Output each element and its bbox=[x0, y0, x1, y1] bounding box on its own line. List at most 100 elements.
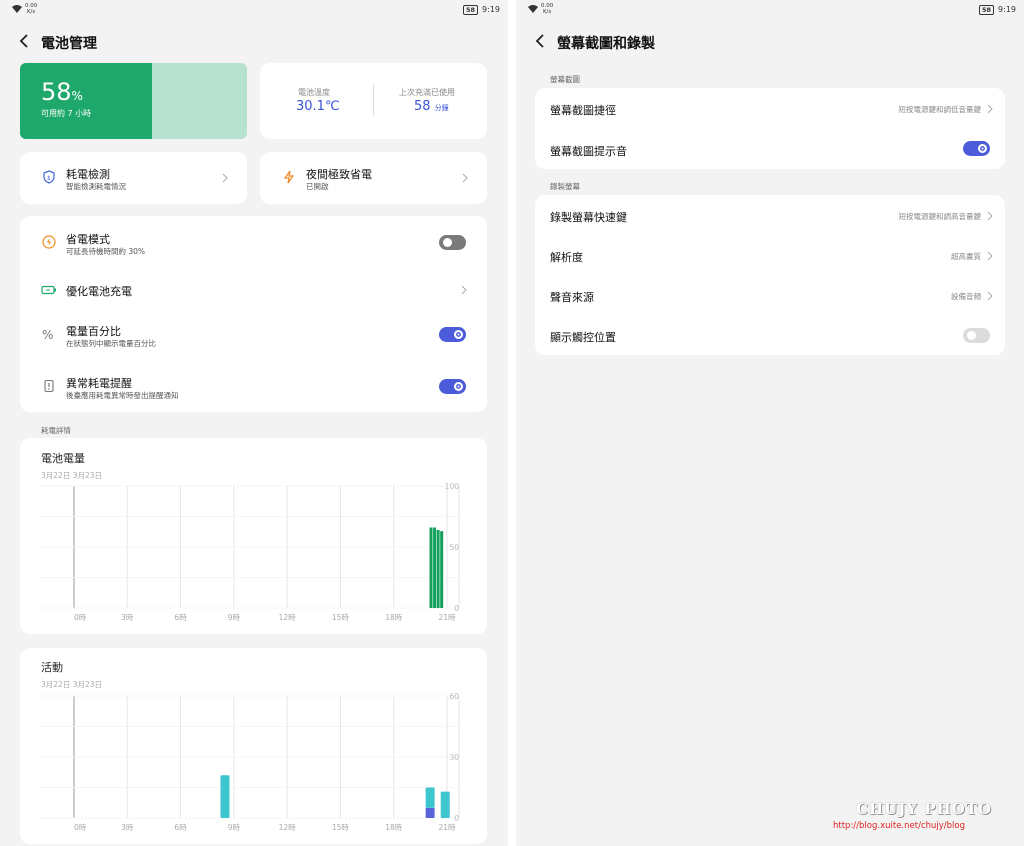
x-tick-label: 6時 bbox=[174, 823, 187, 832]
screenshot-shortcut-row[interactable]: 螢幕截圖捷徑 短按電源鍵和調低音量鍵 bbox=[535, 88, 1005, 129]
power-saving-toggle[interactable] bbox=[439, 235, 466, 250]
x-tick-label: 3時 bbox=[121, 613, 134, 622]
percent-display-sub: 在狀態列中顯示電量百分比 bbox=[66, 339, 156, 348]
optimize-charge-row[interactable]: 優化電池充電 bbox=[20, 268, 487, 312]
percent-icon: % bbox=[42, 328, 54, 342]
screenshot-shortcut-title: 螢幕截圖捷徑 bbox=[550, 104, 616, 117]
audio-source-value: 設備音頻 bbox=[951, 292, 981, 301]
clock: 9:19 bbox=[998, 5, 1016, 14]
remaining-time: 可用約 7 小時 bbox=[41, 109, 92, 118]
status-bar: 0.00 K/s 58 9:19 bbox=[0, 0, 508, 20]
activity-bar bbox=[425, 787, 435, 808]
battery-bar bbox=[433, 527, 437, 608]
temp-value: 30.1℃ bbox=[296, 99, 340, 114]
battery-bar bbox=[436, 529, 440, 608]
activity-bar bbox=[220, 775, 230, 818]
recording-section-label: 錄製螢幕 bbox=[550, 182, 580, 191]
screenshot-card: 螢幕截圖捷徑 短按電源鍵和調低音量鍵 螢幕截圖提示音 bbox=[535, 88, 1005, 169]
record-shortcut-row[interactable]: 錄製螢幕快速鍵 短按電源鍵和調高音量鍵 bbox=[535, 195, 1005, 235]
chevron-right-icon bbox=[987, 211, 993, 221]
battery-level-fill bbox=[20, 63, 152, 139]
screenshot-section-label: 螢幕截圖 bbox=[550, 75, 580, 84]
percent-display-toggle[interactable] bbox=[439, 327, 466, 342]
touch-position-toggle[interactable] bbox=[963, 328, 990, 343]
battery-level-card[interactable]: 58% 可用約 7 小時 bbox=[20, 63, 247, 139]
audio-source-title: 聲音來源 bbox=[550, 291, 594, 304]
divider bbox=[373, 84, 374, 116]
bolt-icon bbox=[283, 170, 295, 184]
chevron-right-icon bbox=[987, 291, 993, 301]
night-saver-title: 夜間極致省電 bbox=[306, 168, 372, 181]
x-tick-label: 6時 bbox=[174, 613, 187, 622]
activity-bar bbox=[425, 807, 435, 818]
watermark-title: CHUJY PHOTO bbox=[856, 800, 992, 818]
chevron-right-icon bbox=[462, 173, 468, 183]
y-tick-label: 100 bbox=[445, 482, 460, 491]
alert-icon bbox=[44, 379, 54, 393]
y-tick-label: 50 bbox=[449, 543, 459, 552]
power-saving-row[interactable]: 省電模式 可延長待機時間約 30% bbox=[20, 216, 487, 268]
battery-indicator: 58 bbox=[462, 5, 478, 15]
title-bar: 電池管理 bbox=[0, 28, 508, 56]
x-tick-label: 0時 bbox=[74, 823, 87, 832]
wifi-icon bbox=[12, 5, 22, 13]
y-tick-label: 0 bbox=[454, 814, 459, 823]
optimize-charge-title: 優化電池充電 bbox=[66, 285, 132, 298]
back-icon[interactable] bbox=[534, 33, 548, 49]
x-tick-label: 3時 bbox=[121, 823, 134, 832]
night-saver-card[interactable]: 夜間極致省電 已開啟 bbox=[260, 152, 487, 204]
chevron-right-icon bbox=[222, 173, 228, 183]
x-tick-label: 12時 bbox=[279, 613, 297, 622]
x-tick-label: 21時 bbox=[438, 613, 456, 622]
screenshot-recording-screen: 0.00 K/s 58 9:19 螢幕截圖和錄製 螢幕截圖 螢幕截圖捷徑 短按電源… bbox=[516, 0, 1024, 846]
x-tick-label: 9時 bbox=[228, 613, 241, 622]
abnormal-alert-toggle[interactable] bbox=[439, 379, 466, 394]
touch-position-row[interactable]: 顯示觸控位置 bbox=[535, 315, 1005, 355]
audio-source-row[interactable]: 聲音來源 設備音頻 bbox=[535, 275, 1005, 315]
screenshot-sound-title: 螢幕截圖提示音 bbox=[550, 145, 627, 158]
touch-position-title: 顯示觸控位置 bbox=[550, 331, 616, 344]
abnormal-alert-row[interactable]: 異常耗電提醒 後臺應用耗電異常時發出提醒通知 bbox=[20, 362, 487, 412]
x-tick-label: 18時 bbox=[385, 613, 403, 622]
recording-card: 錄製螢幕快速鍵 短按電源鍵和調高音量鍵 解析度 超高畫質 聲音來源 設備音頻 顯… bbox=[535, 195, 1005, 355]
screenshot-sound-toggle[interactable] bbox=[963, 141, 990, 156]
x-tick-label: 0時 bbox=[74, 613, 87, 622]
chevron-right-icon bbox=[987, 104, 993, 114]
screenshot-shortcut-value: 短按電源鍵和調低音量鍵 bbox=[898, 105, 982, 114]
back-icon[interactable] bbox=[18, 33, 32, 49]
temp-label: 電池溫度 bbox=[298, 88, 330, 97]
resolution-value: 超高畫質 bbox=[951, 252, 981, 261]
percent-display-title: 電量百分比 bbox=[66, 325, 121, 338]
details-section-label: 耗電詳情 bbox=[41, 426, 71, 435]
battery-stats-card: 電池溫度 30.1℃ 上次充滿已使用 58 分鐘 bbox=[260, 63, 487, 139]
settings-list-card: 省電模式 可延長待機時間約 30% 優化電池充電 % 電量百分比 在狀態列中顯示… bbox=[20, 216, 487, 412]
watermark-url: http://blog.xuite.net/chujy/blog bbox=[833, 821, 966, 831]
power-detect-card[interactable]: $ 耗電檢測 智能檢測耗電情況 bbox=[20, 152, 247, 204]
shield-icon: $ bbox=[43, 170, 55, 184]
battery-bar bbox=[429, 527, 433, 608]
battery-chart: 0時 3時 6時 9時 12時 15時 18時 21時 100 50 0 bbox=[41, 482, 460, 622]
power-saving-title: 省電模式 bbox=[66, 233, 110, 246]
clock: 9:19 bbox=[482, 5, 500, 14]
abnormal-alert-title: 異常耗電提醒 bbox=[66, 377, 132, 390]
since-charge-value: 58 分鐘 bbox=[414, 99, 449, 114]
record-shortcut-title: 錄製螢幕快速鍵 bbox=[550, 211, 627, 224]
resolution-title: 解析度 bbox=[550, 251, 583, 264]
record-shortcut-value: 短按電源鍵和調高音量鍵 bbox=[898, 212, 982, 221]
since-charge-label: 上次充滿已使用 bbox=[399, 88, 455, 97]
chevron-right-icon bbox=[987, 251, 993, 261]
status-bar: 0.00 K/s 58 9:19 bbox=[516, 0, 1024, 20]
title-bar: 螢幕截圖和錄製 bbox=[516, 28, 1024, 56]
abnormal-alert-sub: 後臺應用耗電異常時發出提醒通知 bbox=[66, 391, 179, 400]
y-tick-label: 60 bbox=[449, 692, 459, 701]
bolt-circle-icon bbox=[42, 235, 56, 249]
screenshot-sound-row[interactable]: 螢幕截圖提示音 bbox=[535, 129, 1005, 169]
percent-display-row[interactable]: % 電量百分比 在狀態列中顯示電量百分比 bbox=[20, 312, 487, 362]
wifi-icon bbox=[528, 5, 538, 13]
resolution-row[interactable]: 解析度 超高畫質 bbox=[535, 235, 1005, 275]
activity-chart-card: 活動 3月22日 3月23日 0時 3時 6時 9時 12時 15時 18時 21時 60 30 0 bbox=[20, 648, 487, 844]
x-tick-label: 18時 bbox=[385, 823, 403, 832]
network-speed: 0.00 K/s bbox=[541, 3, 554, 15]
battery-bar bbox=[440, 531, 444, 608]
x-tick-label: 15時 bbox=[332, 613, 350, 622]
